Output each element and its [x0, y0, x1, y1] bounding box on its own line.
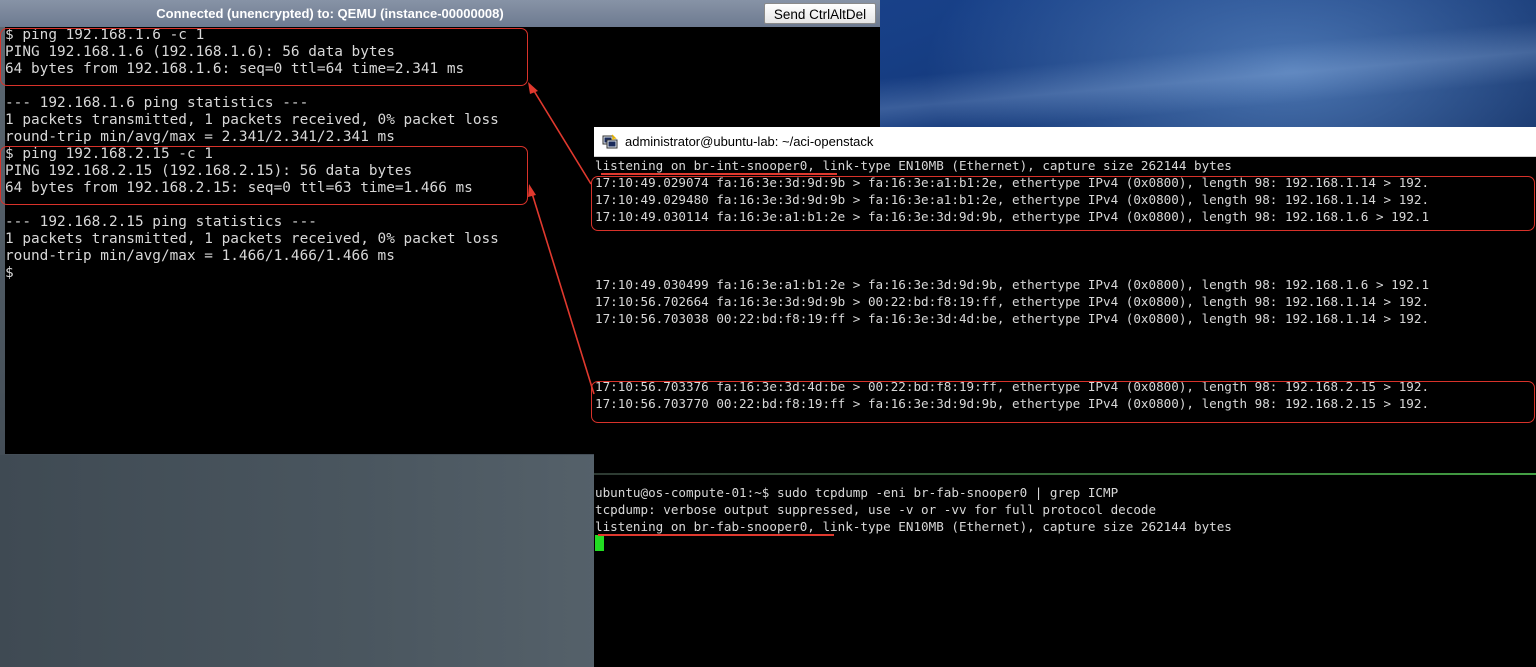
terminal-line: listening on br-fab-snooper0, link-type …: [595, 519, 1232, 534]
annotation-box-fab-packets: [591, 381, 1535, 423]
ssh-window-title: administrator@ubuntu-lab: ~/aci-openstac…: [625, 134, 874, 149]
console-line: round-trip min/avg/max = 1.466/1.466/1.4…: [5, 248, 395, 264]
annotation-box-ping-2: [0, 146, 528, 205]
console-line: 1 packets transmitted, 1 packets receive…: [5, 112, 499, 128]
terminal-line: tcpdump: verbose output suppressed, use …: [595, 502, 1157, 517]
send-ctrl-alt-del-button[interactable]: Send CtrlAltDel: [764, 3, 876, 24]
console-title: Connected (unencrypted) to: QEMU (instan…: [156, 6, 504, 21]
tcpdump-output-fab: ubuntu@os-compute-01:~$ sudo tcpdump -en…: [595, 484, 1536, 535]
console-line: $: [5, 265, 14, 281]
viewer-background-lower: [0, 455, 600, 667]
terminal-line: 17:10:56.703038 00:22:bd:f8:19:ff > fa:1…: [595, 311, 1430, 326]
annotation-box-int-packets: [591, 176, 1535, 231]
console-line: round-trip min/avg/max = 2.341/2.341/2.3…: [5, 129, 395, 145]
terminal-line: 17:10:49.030499 fa:16:3e:a1:b1:2e > fa:1…: [595, 277, 1430, 292]
terminal-line: ubuntu@os-compute-01:~$ sudo tcpdump -en…: [595, 485, 1119, 500]
annotation-underline-fab: [598, 534, 834, 536]
console-screen-extension: [771, 27, 880, 127]
putty-terminal-icon: [602, 134, 618, 149]
console-line: --- 192.168.2.15 ping statistics ---: [5, 214, 317, 230]
terminal-pane-bottom[interactable]: ubuntu@os-compute-01:~$ sudo tcpdump -en…: [594, 475, 1536, 667]
annotation-underline-int: [601, 173, 837, 175]
ssh-window-titlebar[interactable]: administrator@ubuntu-lab: ~/aci-openstac…: [594, 127, 1536, 157]
console-titlebar: Connected (unencrypted) to: QEMU (instan…: [0, 0, 880, 27]
console-line: 1 packets transmitted, 1 packets receive…: [5, 231, 499, 247]
console-line: --- 192.168.1.6 ping statistics ---: [5, 95, 309, 111]
annotation-box-ping-1: [0, 28, 528, 86]
terminal-line: listening on br-int-snooper0, link-type …: [595, 158, 1232, 173]
desktop-wallpaper-highlight: [860, 0, 1536, 140]
terminal-cursor: [595, 535, 604, 551]
terminal-line: 17:10:56.702664 fa:16:3e:3d:9d:9b > 00:2…: [595, 294, 1430, 309]
